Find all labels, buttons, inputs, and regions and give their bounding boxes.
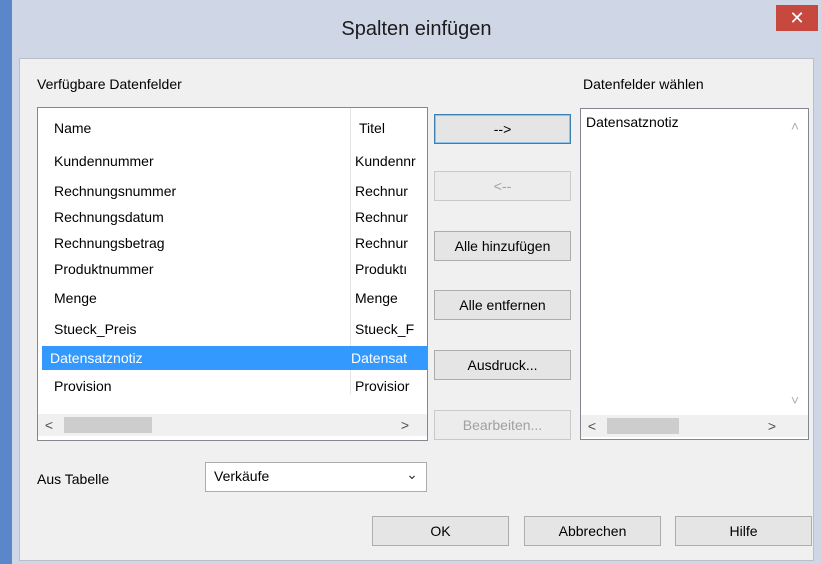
row-title: Produktı — [355, 261, 408, 277]
edit-button[interactable]: Bearbeiten... — [434, 410, 571, 440]
scroll-up-arrow-icon[interactable]: ˄ — [784, 115, 806, 137]
table-select[interactable]: Verkäufe ⌄ — [205, 462, 427, 492]
row-name: Provision — [54, 378, 112, 394]
table-row[interactable]: Kundennummer Kundennr — [42, 149, 427, 173]
expression-button[interactable]: Ausdruck... — [434, 350, 571, 380]
scroll-left-arrow-icon[interactable]: < — [38, 414, 60, 436]
table-row[interactable]: Rechnungsnummer Rechnur — [42, 179, 427, 203]
row-name: Produktnummer — [54, 261, 154, 277]
scroll-left-arrow-icon[interactable]: < — [581, 415, 603, 437]
close-button[interactable]: ✕ — [776, 5, 818, 31]
from-table-label: Aus Tabelle — [37, 471, 110, 487]
row-name: Kundennummer — [54, 153, 154, 169]
close-icon: ✕ — [789, 8, 805, 28]
add-all-button[interactable]: Alle hinzufügen — [434, 231, 571, 261]
chevron-down-icon: ⌄ — [406, 466, 418, 482]
cancel-button[interactable]: Abbrechen — [524, 516, 661, 546]
row-title: Kundennr — [355, 153, 416, 169]
row-name: Rechnungsdatum — [54, 209, 164, 225]
list-item[interactable]: Datensatznotiz — [586, 112, 679, 132]
table-row[interactable]: Menge Menge — [42, 286, 427, 310]
table-row[interactable]: Rechnungsdatum Rechnur — [42, 205, 427, 229]
table-select-value: Verkäufe — [214, 468, 270, 484]
scroll-right-arrow-icon[interactable]: > — [761, 415, 783, 437]
listview-header: Name Titel — [38, 108, 427, 148]
row-name: Menge — [54, 290, 97, 306]
row-title: Datensat — [351, 350, 408, 366]
row-name: Rechnungsbetrag — [54, 235, 165, 251]
table-row[interactable]: Stueck_Preis Stueck_F — [42, 317, 427, 341]
table-row[interactable]: Provision Provisior — [42, 374, 427, 398]
add-field-button[interactable]: --> — [434, 114, 571, 144]
row-title: Menge — [355, 290, 398, 306]
desktop-accent-strip — [0, 0, 12, 564]
horizontal-scrollbar[interactable]: < > — [38, 414, 427, 436]
dialog-title: Spalten einfügen — [341, 18, 492, 40]
row-title: Rechnur — [355, 209, 408, 225]
available-fields-label: Verfügbare Datenfelder — [37, 76, 182, 92]
table-row[interactable]: Rechnungsbetrag Rechnur — [42, 231, 427, 255]
row-title: Rechnur — [355, 183, 408, 199]
remove-field-button[interactable]: <-- — [434, 171, 571, 201]
remove-all-button[interactable]: Alle entfernen — [434, 290, 571, 320]
chosen-fields-listbox[interactable]: Datensatznotiz ˄ ˅ < > — [580, 108, 809, 440]
table-row[interactable]: Produktnummer Produktı — [42, 257, 427, 281]
ok-button[interactable]: OK — [372, 516, 509, 546]
row-title: Provisior — [355, 378, 410, 394]
table-row-selected[interactable]: Datensatznotiz Datensat — [42, 346, 427, 370]
column-header-title[interactable]: Titel — [359, 116, 385, 140]
scroll-right-arrow-icon[interactable]: > — [394, 414, 416, 436]
horizontal-scrollbar[interactable]: < > — [581, 415, 808, 437]
scrollbar-thumb[interactable] — [64, 417, 152, 433]
row-title: Rechnur — [355, 235, 408, 251]
row-name: Datensatznotiz — [50, 350, 143, 366]
scrollbar-thumb[interactable] — [607, 418, 679, 434]
scroll-down-arrow-icon[interactable]: ˅ — [784, 389, 806, 411]
help-button[interactable]: Hilfe — [675, 516, 812, 546]
chosen-fields-label: Datenfelder wählen — [583, 76, 704, 92]
row-name: Rechnungsnummer — [54, 183, 177, 199]
row-title: Stueck_F — [355, 321, 415, 337]
available-fields-listview[interactable]: Name Titel Kundennummer Kundennr Rechnun… — [37, 107, 428, 441]
column-header-name[interactable]: Name — [54, 116, 91, 140]
row-name: Stueck_Preis — [54, 321, 137, 337]
